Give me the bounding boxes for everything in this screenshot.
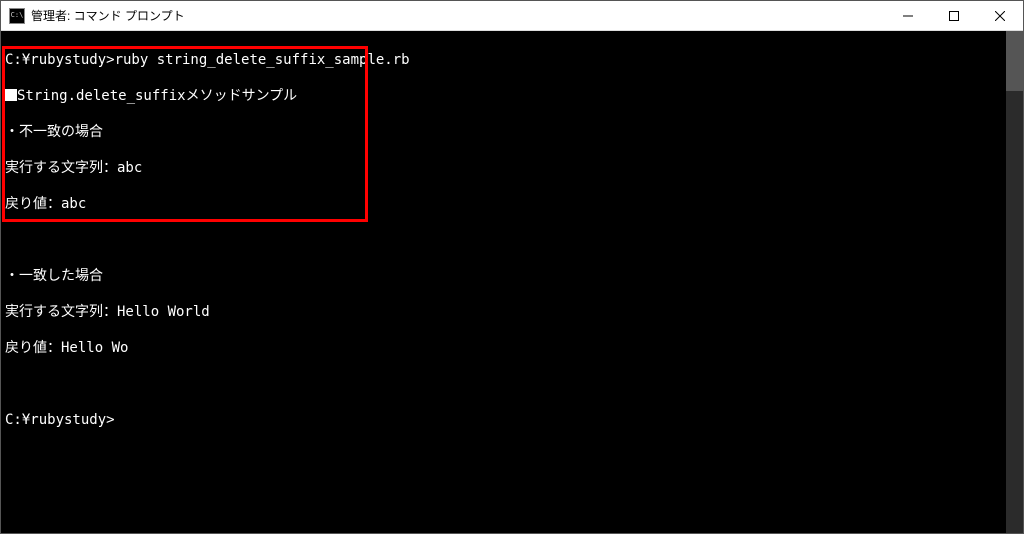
close-button[interactable] xyxy=(977,1,1023,30)
terminal-line: 戻り値：abc xyxy=(5,195,1019,213)
minimize-button[interactable] xyxy=(885,1,931,30)
terminal-line: String.delete_suffixメソッドサンプル xyxy=(5,87,1019,105)
cmd-icon: C:\ xyxy=(9,8,25,24)
prompt-path: C:¥rubystudy> xyxy=(5,52,115,68)
terminal-area[interactable]: C:¥rubystudy>ruby string_delete_suffix_s… xyxy=(1,31,1023,533)
terminal-line: 実行する文字列：Hello World xyxy=(5,303,1019,321)
output-header: String.delete_suffixメソッドサンプル xyxy=(17,88,297,104)
close-icon xyxy=(995,11,1005,21)
terminal-line xyxy=(5,231,1019,249)
vertical-scrollbar[interactable] xyxy=(1006,31,1023,533)
command-text: ruby string_delete_suffix_sample.rb xyxy=(115,52,410,68)
terminal-line: ・不一致の場合 xyxy=(5,123,1019,141)
cmd-icon-glyph: C:\ xyxy=(11,12,24,19)
command-prompt-window: C:\ 管理者: コマンド プロンプト C:¥rubystudy>ruby st… xyxy=(0,0,1024,534)
terminal-line: ・一致した場合 xyxy=(5,267,1019,285)
minimize-icon xyxy=(903,11,913,21)
titlebar[interactable]: C:\ 管理者: コマンド プロンプト xyxy=(1,1,1023,31)
maximize-button[interactable] xyxy=(931,1,977,30)
maximize-icon xyxy=(949,11,959,21)
window-title: 管理者: コマンド プロンプト xyxy=(31,7,885,24)
terminal-line: C:¥rubystudy>ruby string_delete_suffix_s… xyxy=(5,51,1019,69)
terminal-line xyxy=(5,375,1019,393)
window-controls xyxy=(885,1,1023,30)
square-glyph-icon xyxy=(5,89,17,101)
prompt-path: C:¥rubystudy> xyxy=(5,412,115,428)
terminal-content: C:¥rubystudy>ruby string_delete_suffix_s… xyxy=(1,31,1023,467)
scrollbar-thumb[interactable] xyxy=(1006,31,1023,91)
terminal-line: 実行する文字列：abc xyxy=(5,159,1019,177)
terminal-line: C:¥rubystudy> xyxy=(5,411,1019,429)
terminal-line: 戻り値：Hello Wo xyxy=(5,339,1019,357)
